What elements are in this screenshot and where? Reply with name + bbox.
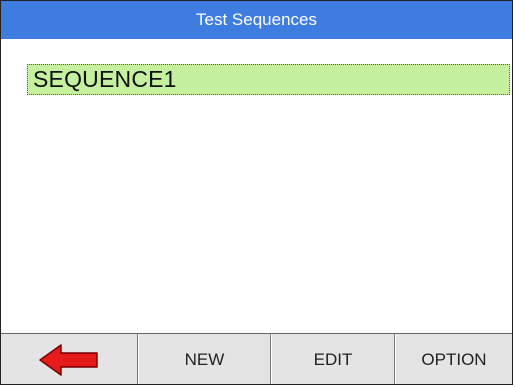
- sequence-list-item[interactable]: SEQUENCE1: [27, 64, 510, 95]
- page-title: Test Sequences: [196, 10, 317, 29]
- option-button[interactable]: OPTION: [395, 334, 512, 384]
- sequence-item-label: SEQUENCE1: [33, 66, 177, 92]
- soft-key-bar: NEW EDIT OPTION: [1, 333, 512, 384]
- sequence-list: SEQUENCE1: [1, 39, 512, 333]
- test-sequences-screen: Test Sequences SEQUENCE1 NEW EDIT OPTION: [0, 0, 513, 385]
- edit-button[interactable]: EDIT: [271, 334, 395, 384]
- option-button-label: OPTION: [421, 349, 487, 369]
- new-button[interactable]: NEW: [138, 334, 271, 384]
- title-bar: Test Sequences: [1, 1, 512, 39]
- new-button-label: NEW: [184, 349, 225, 369]
- left-arrow-icon: [39, 343, 98, 376]
- edit-button-label: EDIT: [313, 349, 353, 369]
- back-button[interactable]: [1, 334, 138, 384]
